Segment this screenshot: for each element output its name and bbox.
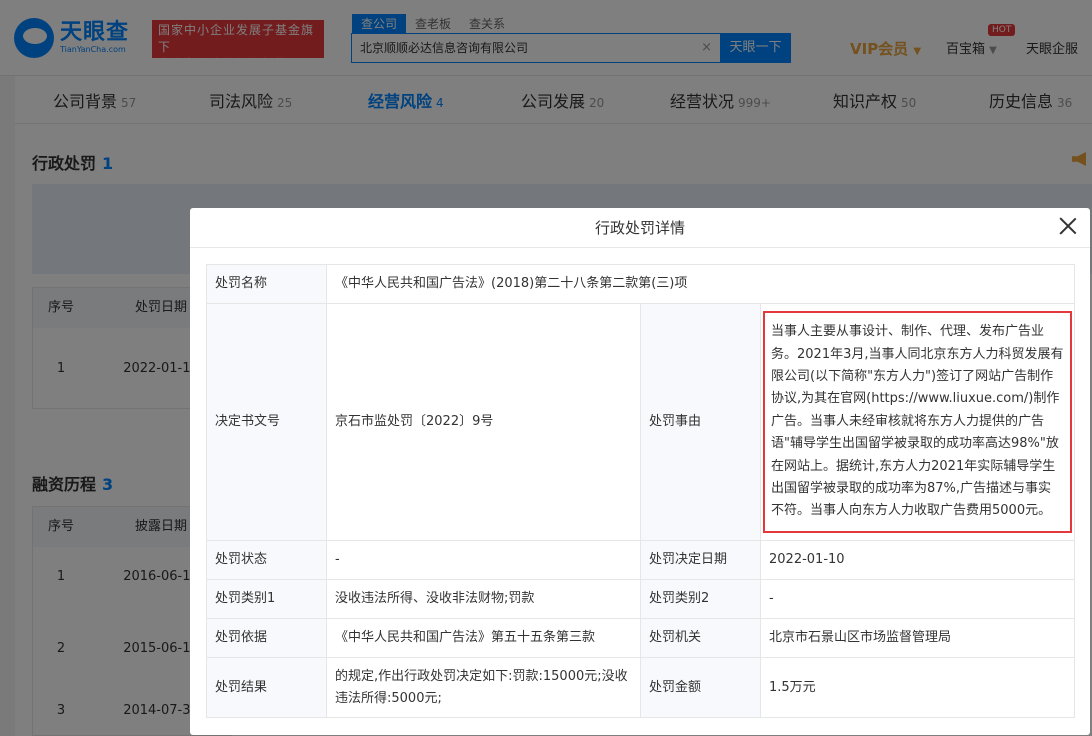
penalty-type2-value: - — [760, 579, 1075, 619]
decision-date-label: 处罚决定日期 — [640, 540, 761, 580]
penalty-status-label: 处罚状态 — [206, 540, 327, 580]
table-row: 决定书文号 京石市监处罚〔2022〕9号 处罚事由 当事人主要从事设计、制作、代… — [206, 303, 1075, 541]
modal-header: 行政处罚详情 — [190, 208, 1090, 248]
penalty-amount-label: 处罚金额 — [640, 657, 761, 718]
document-number-label: 决定书文号 — [206, 303, 327, 541]
penalty-type1-label: 处罚类别1 — [206, 579, 327, 619]
table-row: 处罚名称 《中华人民共和国广告法》(2018)第二十八条第二款第(三)项 — [206, 264, 1075, 304]
table-row: 处罚类别1 没收违法所得、没收非法财物;罚款 处罚类别2 - — [206, 579, 1075, 619]
penalty-amount-value: 1.5万元 — [760, 657, 1075, 718]
penalty-basis-value: 《中华人民共和国广告法》第五十五条第三款 — [326, 618, 641, 658]
penalty-basis-label: 处罚依据 — [206, 618, 327, 658]
penalty-reason-value: 当事人主要从事设计、制作、代理、发布广告业务。2021年3月,当事人同北京东方人… — [763, 311, 1072, 533]
penalty-reason-cell: 当事人主要从事设计、制作、代理、发布广告业务。2021年3月,当事人同北京东方人… — [760, 303, 1075, 541]
penalty-authority-value: 北京市石景山区市场监督管理局 — [760, 618, 1075, 658]
penalty-reason-label: 处罚事由 — [640, 303, 761, 541]
table-row: 处罚依据 《中华人民共和国广告法》第五十五条第三款 处罚机关 北京市石景山区市场… — [206, 618, 1075, 658]
modal-title: 行政处罚详情 — [594, 219, 685, 237]
penalty-type2-label: 处罚类别2 — [640, 579, 761, 619]
table-row: 处罚结果 的规定,作出行政处罚决定如下:罚款:15000元;没收违法所得:500… — [206, 657, 1075, 718]
penalty-result-label: 处罚结果 — [206, 657, 327, 718]
penalty-detail-modal: 行政处罚详情 处罚名称 《中华人民共和国广告法》(2018)第二十八条第二款第(… — [190, 208, 1090, 735]
table-row: 处罚状态 - 处罚决定日期 2022-01-10 — [206, 540, 1075, 580]
close-icon[interactable] — [1058, 216, 1078, 236]
penalty-name-label: 处罚名称 — [206, 264, 327, 304]
document-number-value: 京石市监处罚〔2022〕9号 — [326, 303, 641, 541]
penalty-result-value: 的规定,作出行政处罚决定如下:罚款:15000元;没收违法所得:5000元; — [326, 657, 641, 718]
penalty-detail-table: 处罚名称 《中华人民共和国广告法》(2018)第二十八条第二款第(三)项 决定书… — [206, 264, 1075, 718]
decision-date-value: 2022-01-10 — [760, 540, 1075, 580]
penalty-authority-label: 处罚机关 — [640, 618, 761, 658]
penalty-type1-value: 没收违法所得、没收非法财物;罚款 — [326, 579, 641, 619]
penalty-name-value: 《中华人民共和国广告法》(2018)第二十八条第二款第(三)项 — [326, 264, 1075, 304]
penalty-status-value: - — [326, 540, 641, 580]
